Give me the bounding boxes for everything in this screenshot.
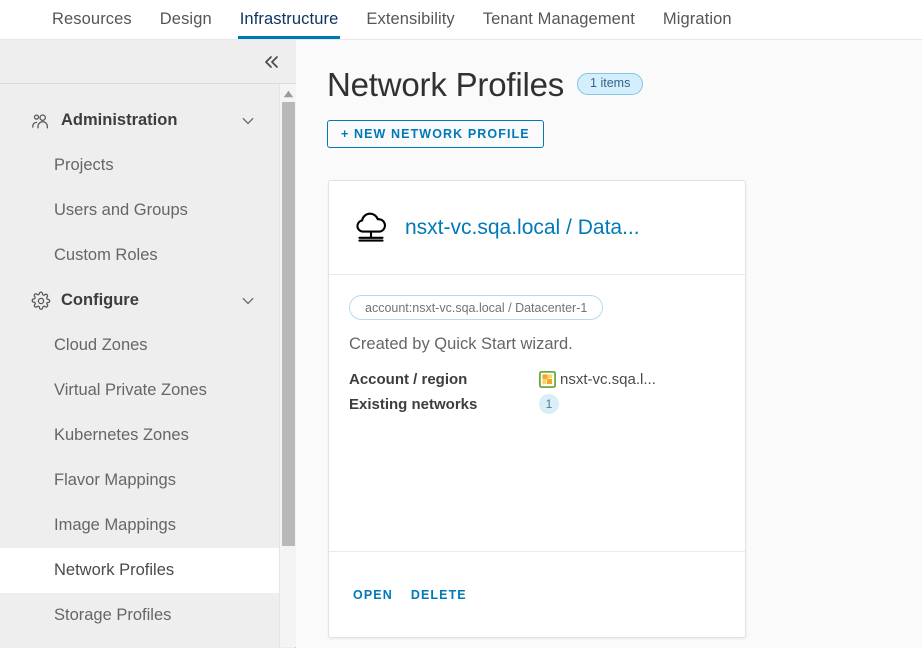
sidebar-item-label: Flavor Mappings	[54, 471, 176, 489]
card-body: account:nsxt-vc.sqa.local / Datacenter-1…	[329, 275, 745, 551]
chevron-down-icon[interactable]	[237, 290, 259, 312]
detail-row-account-region: Account / region nsxt-vc.sqa.l...	[349, 368, 725, 391]
account-tag: account:nsxt-vc.sqa.local / Datacenter-1	[349, 295, 604, 320]
tab-label: Resources	[52, 10, 132, 28]
network-profile-card[interactable]: nsxt-vc.sqa.local / Data... account:nsxt…	[328, 180, 746, 638]
tab-label: Design	[159, 10, 212, 28]
scroll-up-arrow-icon[interactable]	[280, 87, 296, 101]
main-content: Network Profiles 1 items + NEW NETWORK P…	[297, 40, 922, 648]
card-description: Created by Quick Start wizard.	[349, 335, 573, 353]
sidebar-item-virtual-private-zones[interactable]: Virtual Private Zones	[0, 368, 279, 413]
sidebar-scroll-area: Administration Projects Users and Groups…	[0, 84, 296, 647]
sidebar-item-label: Kubernetes Zones	[54, 426, 189, 444]
card-header: nsxt-vc.sqa.local / Data...	[329, 181, 745, 275]
gear-icon	[30, 290, 52, 312]
new-network-profile-button[interactable]: + NEW NETWORK PROFILE	[327, 120, 544, 148]
items-count-badge: 1 items	[577, 73, 644, 95]
vsphere-icon	[539, 371, 556, 388]
sidebar-header	[0, 40, 296, 84]
sidebar-item-image-mappings[interactable]: Image Mappings	[0, 503, 279, 548]
open-button[interactable]: OPEN	[349, 582, 397, 608]
tab-tenant-management[interactable]: Tenant Management	[469, 0, 649, 39]
sidebar-item-label: Cloud Zones	[54, 336, 148, 354]
sidebar-item-projects[interactable]: Projects	[0, 143, 279, 188]
sidebar-scrollbar-track[interactable]	[279, 84, 296, 647]
detail-value: nsxt-vc.sqa.l...	[560, 371, 656, 388]
sidebar-item-custom-roles[interactable]: Custom Roles	[0, 233, 279, 278]
card-detail-table: Account / region nsxt-vc.sqa.l... Existi…	[349, 368, 725, 417]
tab-label: Migration	[662, 10, 732, 28]
sidebar-group-label: Administration	[61, 111, 178, 129]
card-title-link[interactable]: nsxt-vc.sqa.local / Data...	[405, 216, 640, 240]
page-header: Network Profiles 1 items	[327, 62, 922, 106]
tab-label: Infrastructure	[239, 10, 339, 28]
chevron-down-icon[interactable]	[237, 110, 259, 132]
page-title: Network Profiles	[327, 65, 565, 103]
detail-value-cell: 1	[539, 391, 725, 417]
sidebar-group-configure[interactable]: Configure	[0, 278, 279, 323]
detail-row-existing-networks: Existing networks 1	[349, 391, 725, 417]
sidebar-item-label: Projects	[54, 156, 114, 174]
sidebar: Administration Projects Users and Groups…	[0, 40, 296, 648]
card-footer: OPEN DELETE	[329, 551, 745, 637]
sidebar-scrollbar-thumb[interactable]	[282, 102, 295, 546]
tab-label: Tenant Management	[482, 10, 635, 28]
top-navigation-bar: Resources Design Infrastructure Extensib…	[0, 0, 922, 40]
sidebar-item-cloud-zones[interactable]: Cloud Zones	[0, 323, 279, 368]
tab-design[interactable]: Design	[146, 0, 226, 39]
users-group-icon	[30, 110, 52, 132]
tab-infrastructure[interactable]: Infrastructure	[226, 0, 353, 39]
sidebar-item-label: Custom Roles	[54, 246, 158, 264]
sidebar-item-label: Virtual Private Zones	[54, 381, 207, 399]
sidebar-group-label: Configure	[61, 291, 139, 309]
cloud-network-icon	[349, 206, 393, 250]
existing-networks-count-badge: 1	[539, 394, 559, 414]
sidebar-item-users-and-groups[interactable]: Users and Groups	[0, 188, 279, 233]
sidebar-item-kubernetes-zones[interactable]: Kubernetes Zones	[0, 413, 279, 458]
sidebar-item-label: Network Profiles	[54, 561, 175, 579]
sidebar-item-label: Storage Profiles	[54, 606, 172, 624]
sidebar-item-label: Users and Groups	[54, 201, 188, 219]
sidebar-item-storage-profiles[interactable]: Storage Profiles	[0, 593, 279, 638]
sidebar-item-label: Image Mappings	[54, 516, 176, 534]
detail-label: Account / region	[349, 371, 468, 388]
detail-label: Existing networks	[349, 395, 478, 413]
tab-label: Extensibility	[366, 10, 455, 28]
sidebar-item-flavor-mappings[interactable]: Flavor Mappings	[0, 458, 279, 503]
sidebar-item-network-profiles[interactable]: Network Profiles	[0, 548, 279, 593]
detail-value-cell: nsxt-vc.sqa.l...	[539, 368, 725, 391]
sidebar-group-administration[interactable]: Administration	[0, 98, 279, 143]
sidebar-nav-list: Administration Projects Users and Groups…	[0, 84, 279, 638]
collapse-sidebar-icon[interactable]	[258, 49, 284, 75]
tab-extensibility[interactable]: Extensibility	[352, 0, 468, 39]
tab-resources[interactable]: Resources	[38, 0, 146, 39]
delete-button[interactable]: DELETE	[407, 582, 471, 608]
tab-migration[interactable]: Migration	[649, 0, 746, 39]
